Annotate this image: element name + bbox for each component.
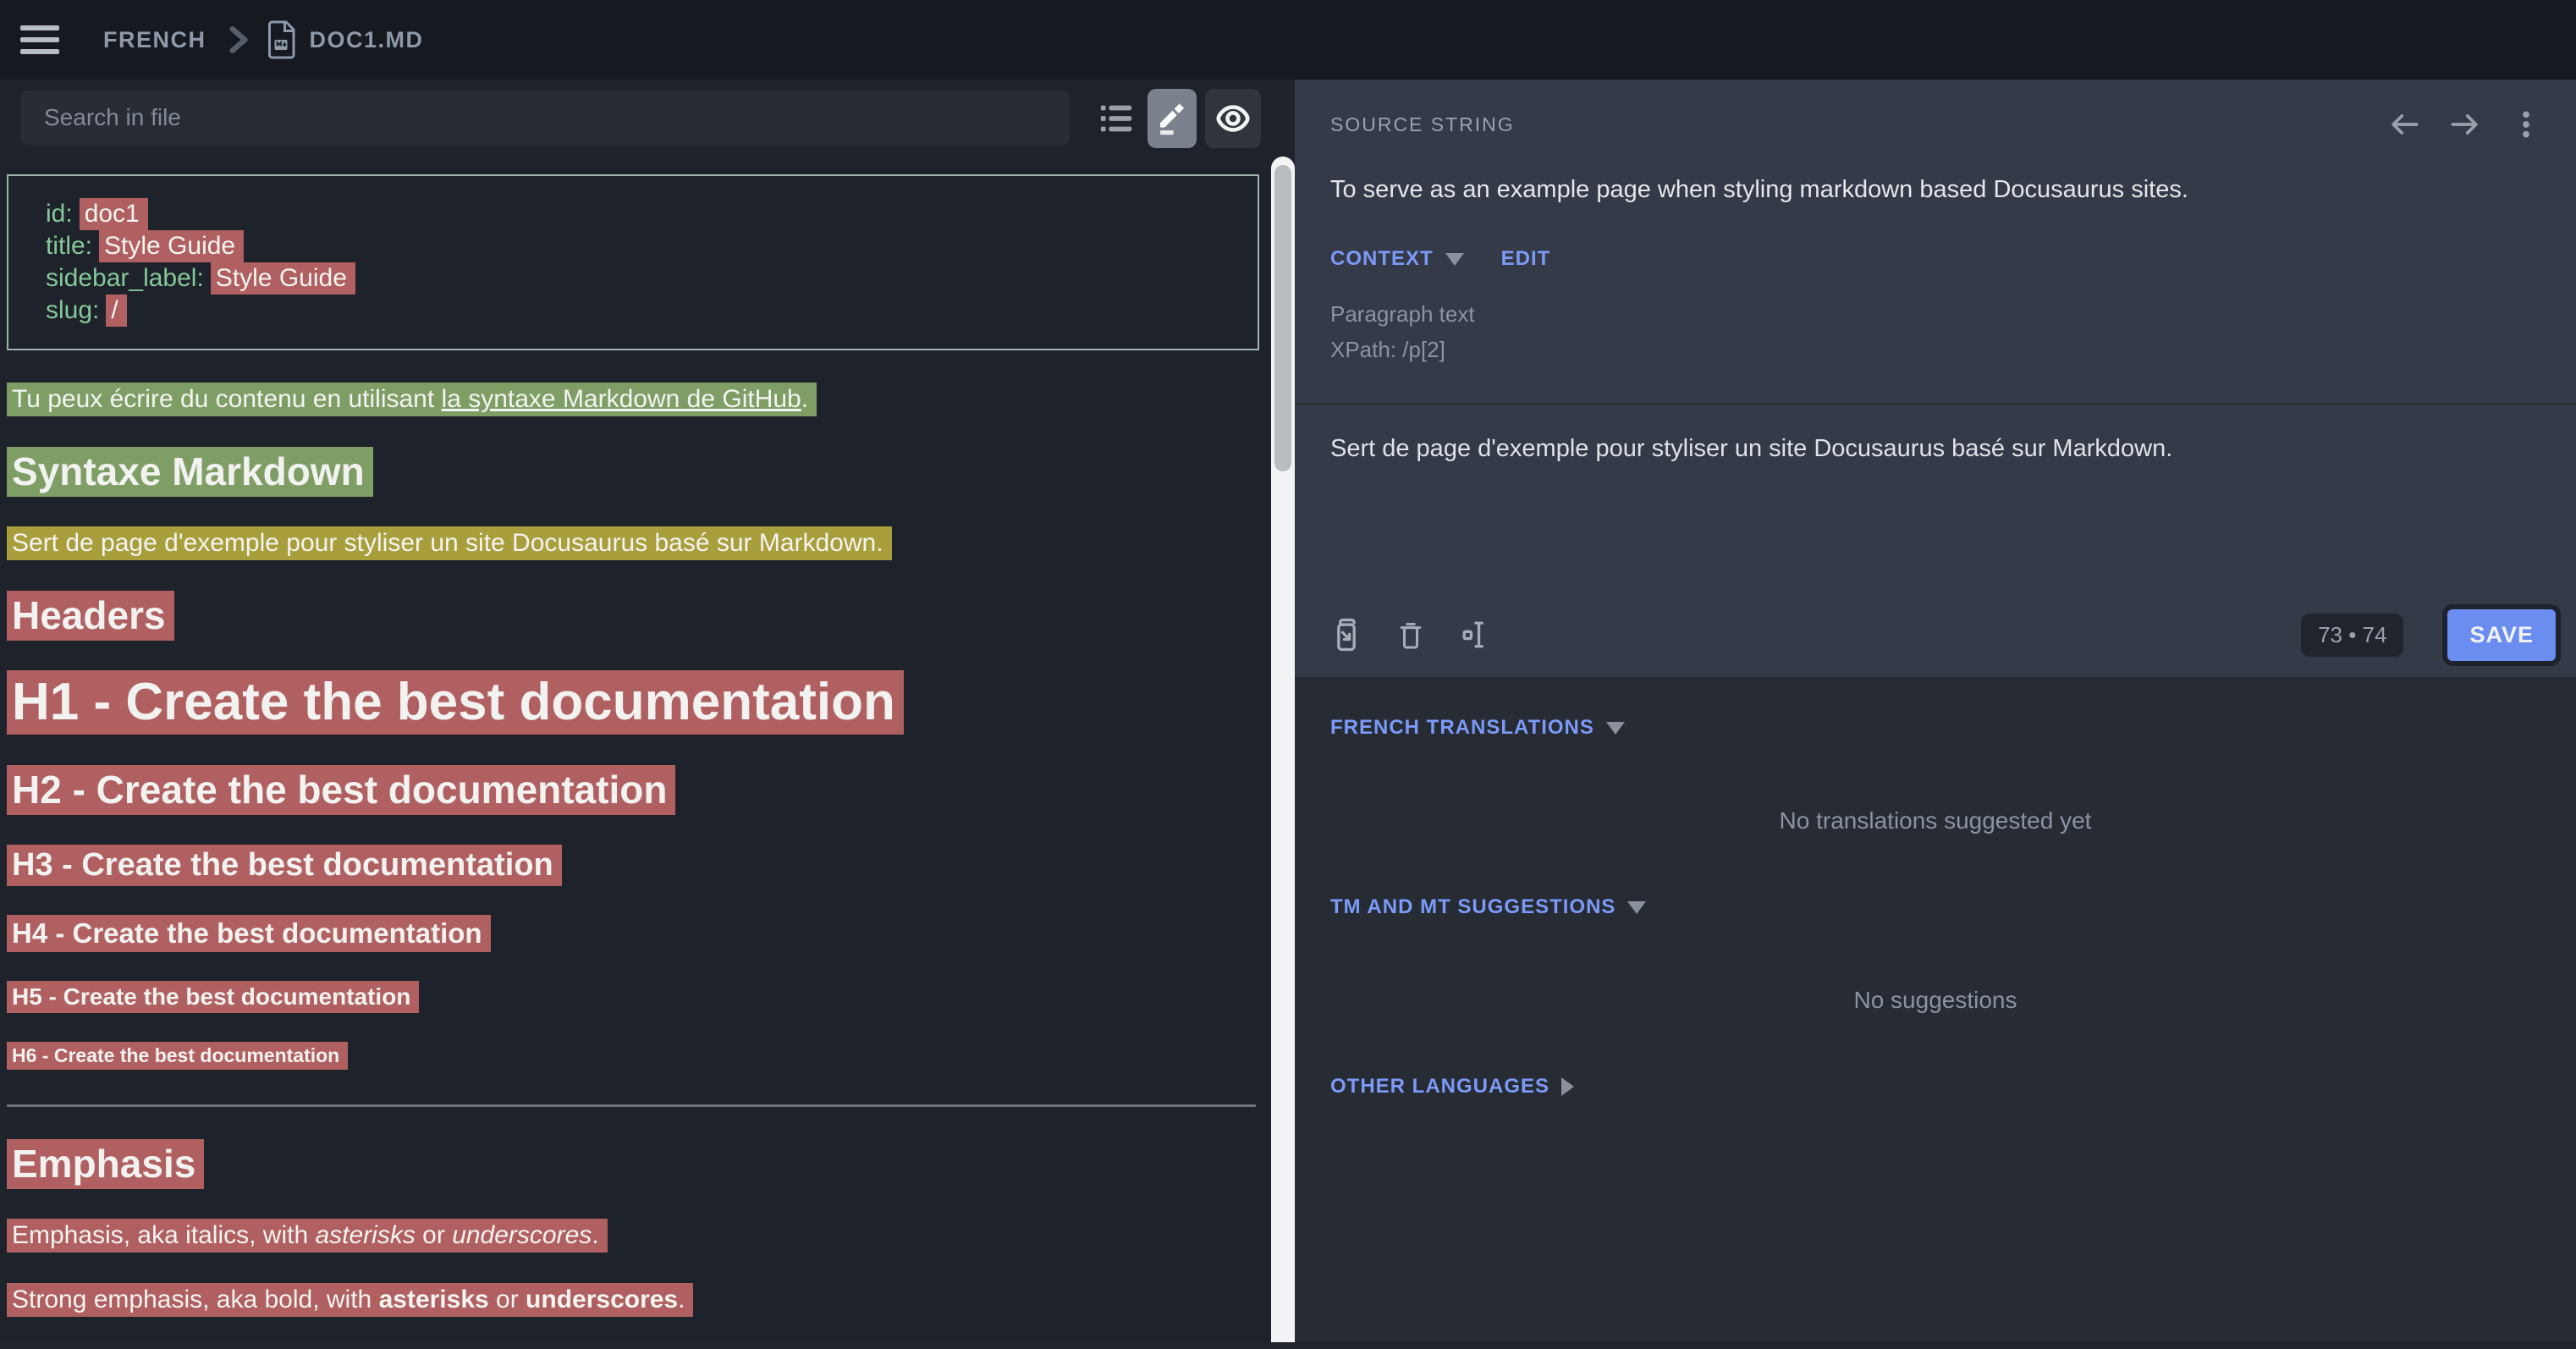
chevron-right-icon [1561, 1077, 1574, 1096]
translatable-string[interactable]: Syntaxe Markdown [7, 447, 373, 497]
text-cursor-icon [1456, 616, 1494, 653]
emphasis-paragraph: Emphasis, aka italics, with asterisks or… [7, 1220, 1259, 1251]
translations-empty-message: No translations suggested yet [1295, 807, 2576, 834]
syntax-heading: Syntaxe Markdown [7, 449, 1259, 494]
previous-string-button[interactable] [2385, 105, 2424, 144]
h6-sample: H6 - Create the best documentation [7, 1044, 1259, 1067]
editor-divider [1295, 403, 2576, 405]
insert-placeholder-button[interactable] [1456, 615, 1494, 654]
insert-source-text-button[interactable] [1327, 615, 1366, 654]
search-box [20, 91, 1070, 145]
translatable-string[interactable]: / [106, 295, 126, 327]
translatable-string[interactable]: H6 - Create the best documentation [7, 1042, 348, 1070]
editor-header: SOURCE STRING [1330, 105, 2546, 144]
chevron-down-icon [1445, 253, 1464, 266]
edit-mode-button[interactable] [1148, 89, 1197, 148]
other-languages-label: OTHER LANGUAGES [1330, 1075, 1549, 1098]
chevron-down-icon [1606, 722, 1625, 735]
translatable-string[interactable]: H4 - Create the best documentation [7, 915, 491, 952]
h5-sample: H5 - Create the best documentation [7, 983, 1259, 1010]
translatable-string[interactable]: H5 - Create the best documentation [7, 981, 419, 1013]
h3-sample: H3 - Create the best documentation [7, 846, 1259, 884]
translatable-string[interactable]: Tu peux écrire du contenu en utilisant l… [7, 383, 817, 416]
emphasis-heading: Emphasis [7, 1141, 1259, 1187]
french-translations-label: FRENCH TRANSLATIONS [1330, 716, 1594, 740]
pencil-icon [1154, 101, 1190, 136]
h4-sample: H4 - Create the best documentation [7, 917, 1259, 950]
translatable-string[interactable]: H2 - Create the best documentation [7, 765, 675, 815]
scrollbar-thumb[interactable] [1274, 165, 1291, 471]
arrow-left-icon [2386, 106, 2423, 143]
frontmatter-block: id:doc1 title:Style Guide sidebar_label:… [7, 174, 1259, 350]
delete-translation-button[interactable] [1391, 615, 1430, 654]
string-list-button[interactable] [1093, 89, 1141, 148]
search-input[interactable] [20, 104, 1070, 131]
translatable-string[interactable]: Emphasis, aka italics, with asterisks or… [7, 1219, 608, 1253]
frontmatter-line: title:Style Guide [46, 230, 1220, 262]
markdown-syntax-link[interactable]: la syntaxe Markdown de GitHub [442, 385, 801, 413]
kebab-menu-icon [2509, 106, 2543, 143]
frontmatter-line: id:doc1 [46, 198, 1220, 230]
menu-icon[interactable] [20, 25, 59, 54]
more-options-button[interactable] [2507, 105, 2546, 144]
translatable-string[interactable]: H3 - Create the best documentation [7, 845, 562, 886]
list-icon [1098, 99, 1137, 138]
other-languages-section[interactable]: OTHER LANGUAGES [1330, 1075, 2576, 1098]
editor-toolbar: 73 • 74 SAVE [1327, 604, 2556, 665]
arrow-right-icon [2447, 106, 2484, 143]
scrollbar-track [1271, 157, 1295, 1342]
file-toolbar [0, 80, 1295, 157]
translatable-string[interactable]: Style Guide [99, 230, 244, 262]
frontmatter-line: slug:/ [46, 295, 1220, 327]
translatable-string[interactable]: doc1 [80, 198, 148, 230]
breadcrumb-filename: DOC1.MD [310, 27, 424, 53]
trash-icon [1394, 616, 1428, 653]
context-row: CONTEXT EDIT [1330, 247, 1550, 271]
context-toggle[interactable]: CONTEXT [1330, 247, 1434, 271]
copy-source-icon [1328, 616, 1365, 653]
strong-paragraph: Strong emphasis, aka bold, with asterisk… [7, 1285, 1259, 1315]
preview-mode-button[interactable] [1205, 89, 1261, 148]
chevron-down-icon [1627, 901, 1646, 914]
save-button[interactable]: SAVE [2447, 609, 2556, 661]
source-string-text: To serve as an example page when styling… [1330, 173, 2540, 206]
horizontal-rule [7, 1104, 1256, 1107]
context-type: Paragraph text [1330, 296, 1475, 332]
h2-sample: H2 - Create the best documentation [7, 767, 1259, 812]
markdown-file-icon [266, 18, 296, 62]
context-xpath: XPath: /p[2] [1330, 332, 1475, 367]
frontmatter-line: sidebar_label:Style Guide [46, 262, 1220, 295]
breadcrumb-chevron-icon [225, 25, 250, 54]
eye-icon [1214, 99, 1252, 138]
suggestions-empty-message: No suggestions [1295, 987, 2576, 1014]
char-count-badge: 73 • 74 [2301, 614, 2403, 657]
french-translations-section[interactable]: FRENCH TRANSLATIONS [1330, 716, 2576, 740]
headers-heading: Headers [7, 592, 1259, 638]
next-string-button[interactable] [2446, 105, 2485, 144]
document-preview-panel: id:doc1 title:Style Guide sidebar_label:… [0, 80, 1295, 1342]
suggestion-sections: FRENCH TRANSLATIONS No translations sugg… [1295, 677, 2576, 1098]
translatable-string[interactable]: Style Guide [211, 262, 355, 295]
tm-mt-section[interactable]: TM AND MT SUGGESTIONS [1330, 895, 2576, 919]
header-icons [2385, 105, 2546, 144]
intro-paragraph: Tu peux écrire du contenu en utilisant l… [7, 384, 1259, 415]
breadcrumb-file[interactable]: DOC1.MD [266, 18, 424, 62]
translatable-string[interactable]: Emphasis [7, 1139, 204, 1189]
translatable-string[interactable]: Headers [7, 591, 174, 641]
context-info: Paragraph text XPath: /p[2] [1330, 296, 1475, 367]
breadcrumb-project[interactable]: FRENCH [103, 27, 206, 53]
string-editor-card: SOURCE STRING To serve as an example pag… [1295, 80, 2576, 677]
selected-paragraph: Sert de page d'exemple pour styliser un … [7, 528, 1259, 559]
translatable-string[interactable]: Strong emphasis, aka bold, with asterisk… [7, 1283, 693, 1317]
selected-translatable-string[interactable]: Sert de page d'exemple pour styliser un … [7, 526, 892, 560]
document-content: id:doc1 title:Style Guide sidebar_label:… [7, 157, 1259, 1349]
translatable-string[interactable]: H1 - Create the best documentation [7, 670, 904, 735]
h1-sample: H1 - Create the best documentation [7, 672, 1259, 733]
translation-panel: SOURCE STRING To serve as an example pag… [1295, 80, 2576, 1342]
translation-input[interactable]: Sert de page d'exemple pour styliser un … [1330, 432, 2540, 567]
top-app-bar: FRENCH DOC1.MD [0, 0, 2576, 80]
edit-context-button[interactable]: EDIT [1501, 247, 1551, 271]
tm-mt-label: TM AND MT SUGGESTIONS [1330, 895, 1616, 919]
source-string-label: SOURCE STRING [1330, 113, 1515, 136]
